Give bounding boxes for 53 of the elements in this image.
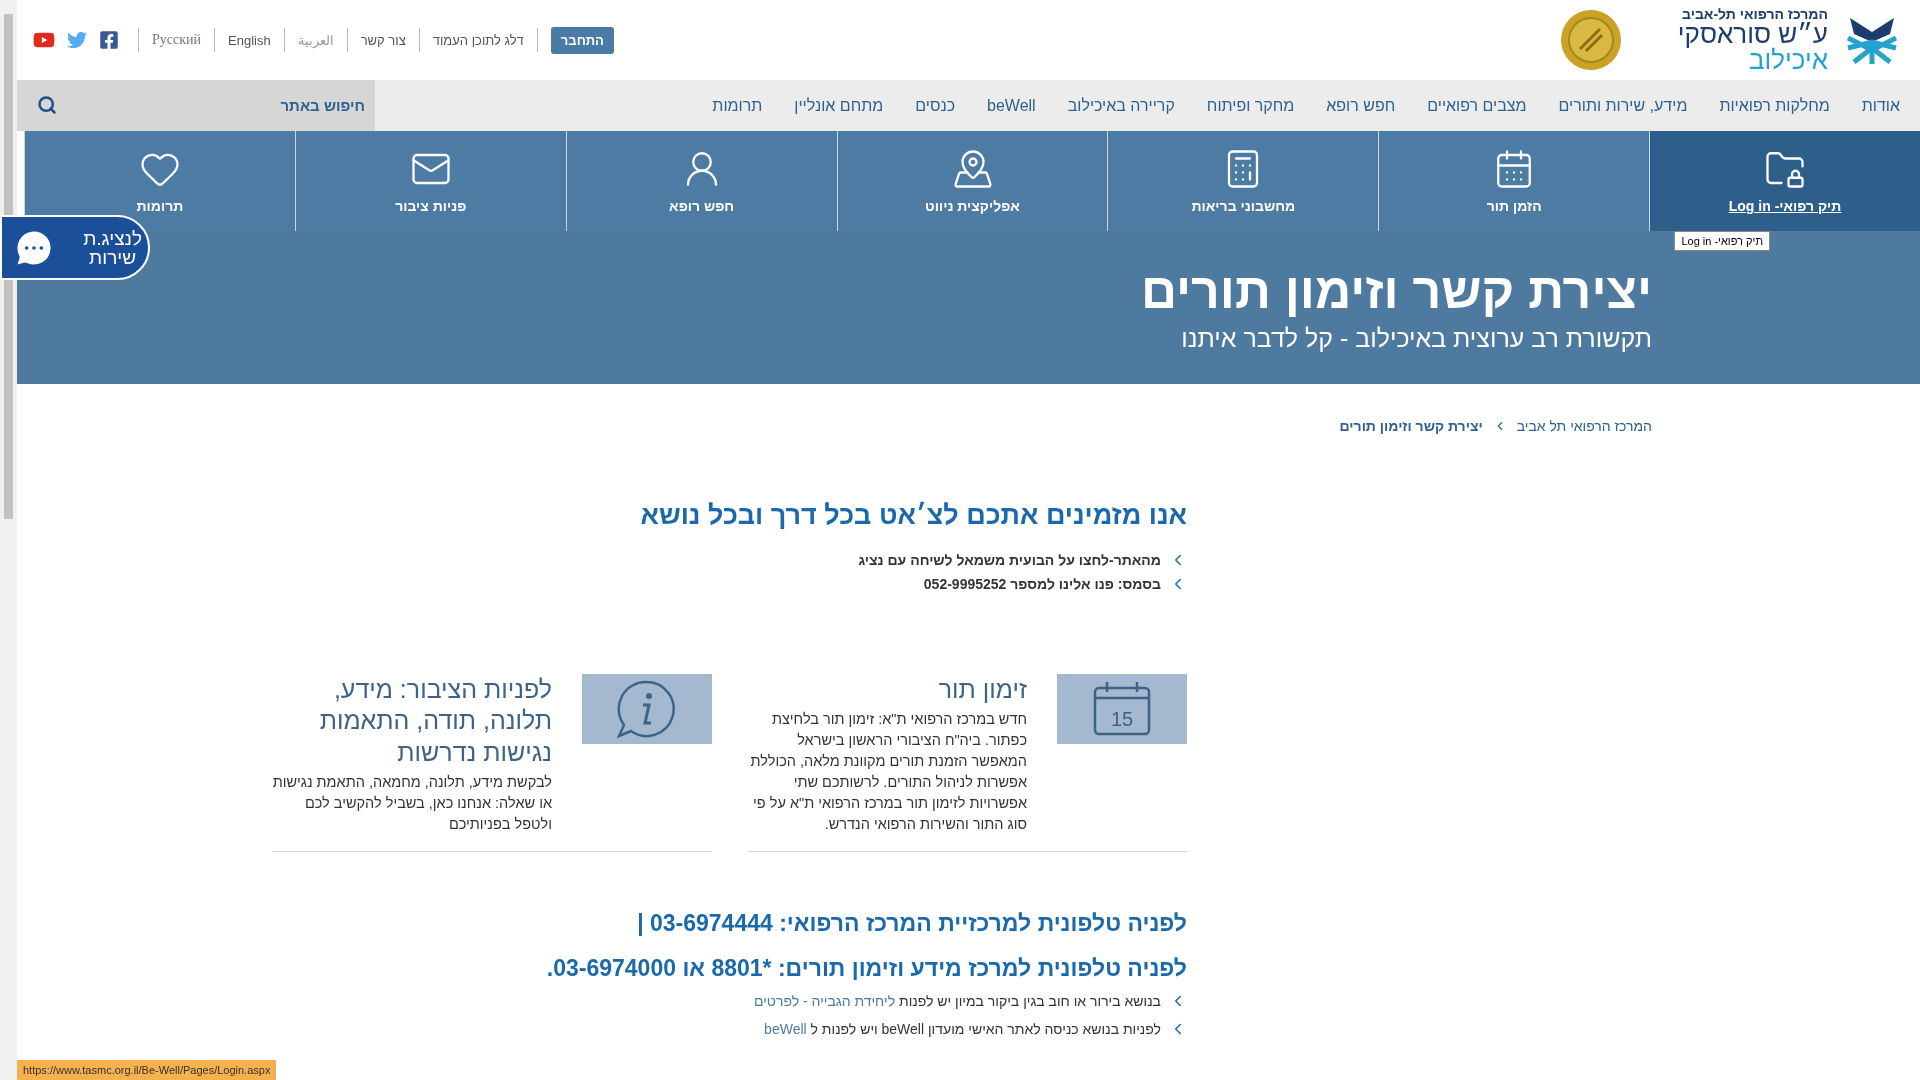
search-field[interactable]: חיפוש באתר xyxy=(17,80,375,131)
nav-item[interactable]: מחקר ופיתוח xyxy=(1206,96,1295,115)
bullet-text: בנושא בירור או חוב בגין ביקור במיון יש לפנות ליחידת הגבייה - לפרטים xyxy=(753,993,1161,1010)
nav-item[interactable]: מצבים רפואיים xyxy=(1427,96,1527,115)
logo-text: איכילוב xyxy=(1748,47,1828,73)
quick-link-tile[interactable]: הזמן תור xyxy=(1378,131,1650,231)
nav-item[interactable]: אודות xyxy=(1861,96,1900,115)
nav-item[interactable]: beWell xyxy=(987,96,1036,115)
section-heading: אנו מזמינים אתכם לצ׳אט בכל דרך ובכל נושא xyxy=(639,500,1187,531)
quick-link-tile[interactable]: תיק רפואי- Log in xyxy=(1649,131,1920,231)
page-subtitle: תקשורת רב ערוצית באיכילוב - קל לדבר איתנו xyxy=(1180,324,1652,353)
tooltip: תיק רפואי- Log in xyxy=(1674,231,1770,251)
nav-item[interactable]: תרומות xyxy=(712,96,763,115)
breadcrumb-link[interactable]: המרכז הרפואי תל אביב xyxy=(1516,418,1652,434)
bullet-text: בסמס: פנו אלינו למספר 052-9995252 xyxy=(923,576,1161,592)
scrollbar-thumb[interactable] xyxy=(4,14,13,519)
nav-item[interactable]: חפש רופא xyxy=(1326,96,1396,115)
card-text: חדש במרכז הרפואי ת"א: זימון תור בלחיצת כפתור. ביה"ח הציבורי הראשון בישראל המאפשר הזמנת תורים מקוונת מלאה, הכוללת אפשרות לניהול התורים. לרשותכם שתי אפשרויות לזימון תור במרכז הרפואי ת"א על פי סוג התור והשירות הרפואי הנדרש. xyxy=(749,710,1027,835)
text-link[interactable]: ליחידת הגבייה - לפרטים xyxy=(753,993,896,1010)
nav-item[interactable]: מתחם אונליין xyxy=(794,96,884,115)
header-link[interactable]: العربية xyxy=(297,32,334,48)
quick-link-tile[interactable]: חפש רופא xyxy=(565,131,837,231)
bullet-text: מהאתר-לחצו על הבועית משמאל לשיחה עם נציג xyxy=(858,552,1161,568)
header-link[interactable]: Русский xyxy=(152,32,201,48)
quick-link-tile[interactable]: תרומות xyxy=(24,131,295,231)
status-url: https://www.tasmc.org.il/Be-Well/Pages/Login.aspx xyxy=(17,1060,277,1080)
header-link[interactable]: צור קשר xyxy=(360,32,406,48)
quick-link-tile[interactable]: אפליקצית ניווט xyxy=(836,131,1108,231)
search-icon[interactable] xyxy=(37,95,57,115)
phone-heading: לפניה טלפונית למרכזיית המרכז הרפואי: 03-6974444 | xyxy=(636,910,1187,938)
nav-item[interactable]: כנסים xyxy=(915,96,956,115)
accreditation-seal-icon xyxy=(1559,9,1622,71)
login-button[interactable]: התחבר xyxy=(550,26,614,54)
quick-link-tile[interactable]: פניות ציבור xyxy=(294,131,566,231)
nav-item[interactable]: מידע, שירות ותורים xyxy=(1558,96,1688,115)
quick-link-tile[interactable]: מחשבוני בריאות xyxy=(1107,131,1379,231)
nav-item[interactable]: מחלקות רפואיות xyxy=(1719,96,1830,115)
nav-item[interactable]: קריירה באיכילוב xyxy=(1067,96,1175,115)
header-link[interactable]: דלג לתוכן העמוד xyxy=(432,32,524,48)
text-link[interactable]: beWell xyxy=(764,1021,807,1038)
card-title[interactable]: זימון תור xyxy=(747,674,1027,706)
logo-text: המרכז הרפואי תל-אביב xyxy=(1681,7,1828,21)
tile-icon xyxy=(951,148,994,190)
facebook-icon[interactable] xyxy=(99,30,119,50)
page-title: יצירת קשר וזימון תורים xyxy=(1139,262,1652,320)
breadcrumb-link[interactable]: יצירת קשר וזימון תורים xyxy=(1339,418,1483,434)
card-text: לבקשת מידע, תלונה, מחמאה, התאמת נגישות או שאלה: אנחנו כאן, בשביל להקשיב לכם ולטפל בפניותיכם xyxy=(272,772,552,834)
twitter-icon[interactable] xyxy=(67,30,87,50)
chat-button[interactable]: לנציג.ת שירות xyxy=(0,215,150,280)
header-link[interactable]: English xyxy=(228,32,271,48)
phone-heading: לפניה טלפונית למרכז מידע וזימון תורים: *8801 או 03-6974000. xyxy=(545,955,1187,983)
logo-text: ע״ש סוראסקי xyxy=(1677,21,1828,47)
card-title[interactable]: לפניות הציבור: מידע, תלונה, תודה, התאמות נגישות נדרשות xyxy=(272,674,552,768)
